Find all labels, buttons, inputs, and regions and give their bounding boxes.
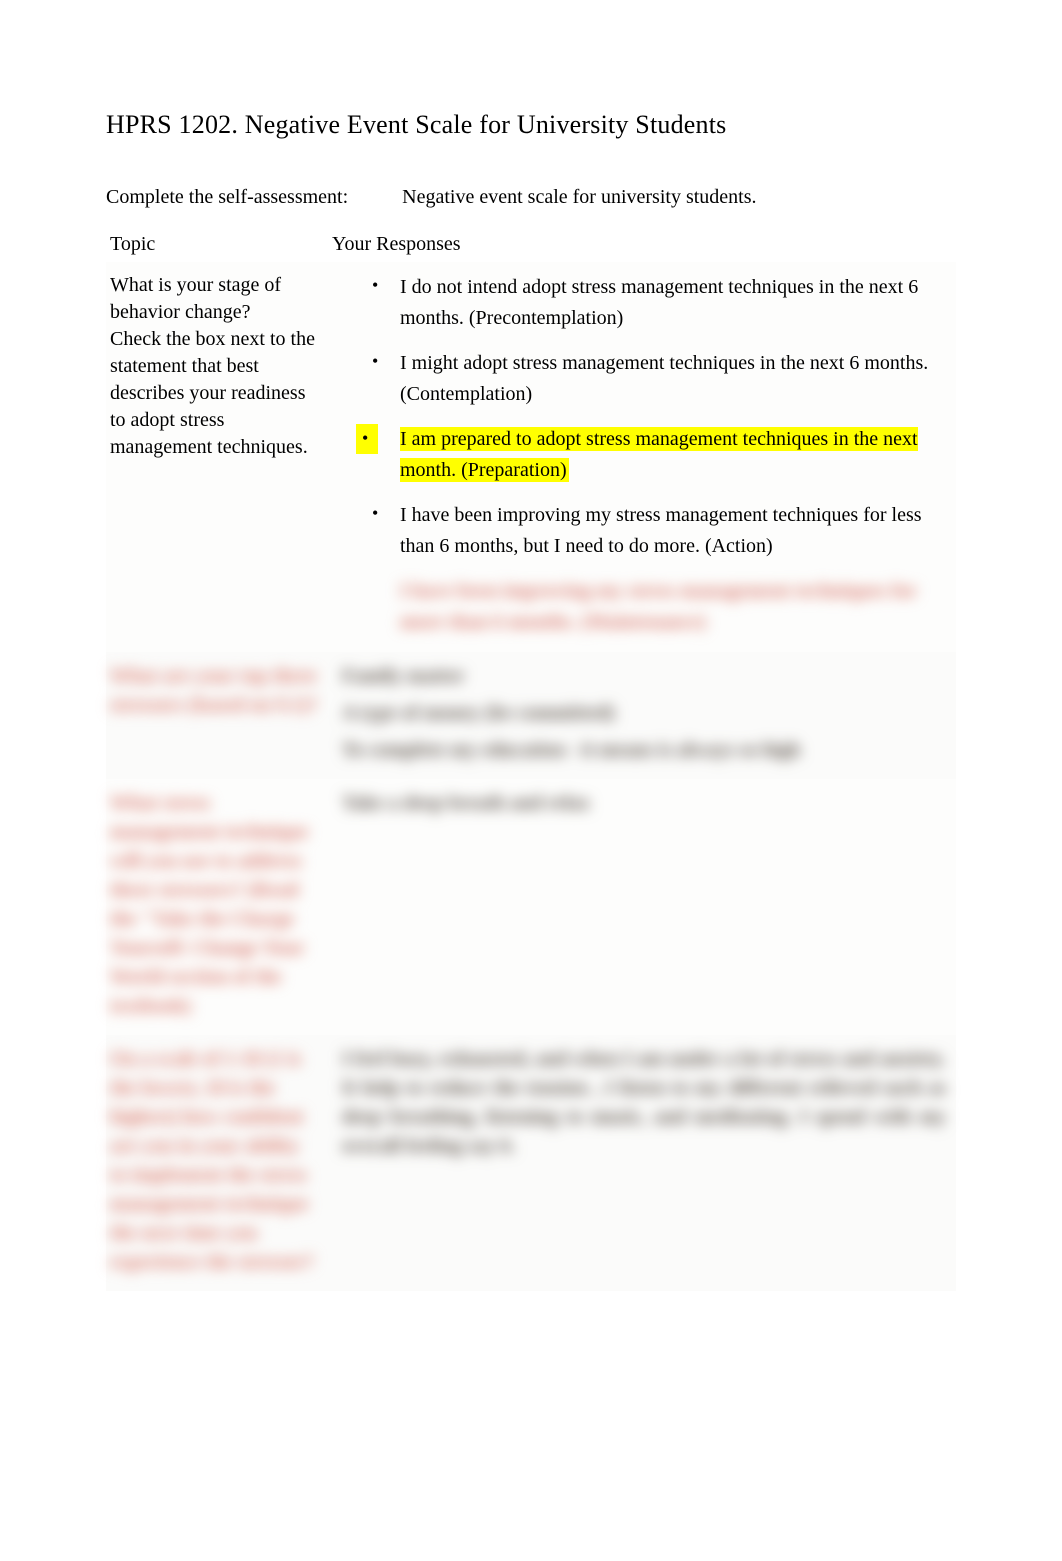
bullet-icon: • [372, 272, 378, 300]
option-item[interactable]: I have been improving my stress manageme… [372, 576, 946, 638]
column-header-responses: Your Responses [328, 227, 956, 262]
option-text-blurred: I have been improving my stress manageme… [400, 580, 917, 633]
options-list: • I do not intend adopt stress managemen… [342, 272, 946, 638]
option-item[interactable]: • I have been improving my stress manage… [372, 500, 946, 562]
option-text: I might adopt stress management techniqu… [400, 352, 928, 405]
intro-line: Complete the self-assessment: Negative e… [106, 186, 956, 209]
option-item[interactable]: • I do not intend adopt stress managemen… [372, 272, 946, 334]
table-row: On a scale of 1-10 (1 is the lowest, 10 … [106, 1035, 956, 1291]
bullet-icon: • [372, 348, 378, 376]
topic-text-blurred: On a scale of 1-10 (1 is the lowest, 10 … [110, 1045, 320, 1277]
assessment-table: Topic Your Responses What is your stage … [106, 227, 956, 1291]
response-text-blurred: Family matter A type of money (be commit… [342, 662, 946, 765]
response-cell: I feel busy, exhausted, and when I am un… [328, 1035, 956, 1291]
page-title: HPRS 1202. Negative Event Scale for Univ… [106, 110, 956, 140]
response-line: Family matter [342, 662, 946, 691]
topic-cell: What is your stage of behavior change? C… [106, 262, 328, 652]
response-cell: Take a deep breath and relax [328, 779, 956, 1035]
bullet-icon: • [356, 424, 378, 454]
response-cell: • I do not intend adopt stress managemen… [328, 262, 956, 652]
column-header-topic: Topic [106, 227, 328, 262]
intro-value: Negative event scale for university stud… [402, 186, 756, 208]
response-text-blurred: I feel busy, exhausted, and when I am un… [342, 1045, 946, 1161]
topic-cell: What are your top three stressors (based… [106, 652, 328, 779]
topic-text-blurred: What are your top three stressors (based… [110, 662, 320, 720]
response-line: To complete my education - it means is a… [342, 736, 946, 765]
table-row: What is your stage of behavior change? C… [106, 262, 956, 652]
topic-text-a: What is your stage of behavior change? [110, 274, 281, 323]
topic-text-b: Check the box next to the statement that… [110, 328, 315, 458]
topic-cell: On a scale of 1-10 (1 is the lowest, 10 … [106, 1035, 328, 1291]
option-text: I have been improving my stress manageme… [400, 504, 922, 557]
option-text: I do not intend adopt stress management … [400, 276, 918, 329]
intro-label: Complete the self-assessment: [106, 186, 348, 208]
table-row: What are your top three stressors (based… [106, 652, 956, 779]
response-line: A type of money (be committed) [342, 699, 946, 728]
option-text-highlighted: I am prepared to adopt stress management… [400, 427, 918, 482]
response-cell: Family matter A type of money (be commit… [328, 652, 956, 779]
bullet-icon: • [372, 500, 378, 528]
bullet-icon [372, 576, 377, 604]
table-row: What stress management technique will yo… [106, 779, 956, 1035]
response-text-blurred: Take a deep breath and relax [342, 789, 946, 818]
table-header-row: Topic Your Responses [106, 227, 956, 262]
option-item[interactable]: • I might adopt stress management techni… [372, 348, 946, 410]
option-item-selected[interactable]: • I am prepared to adopt stress manageme… [372, 424, 946, 486]
topic-text-blurred: What stress management technique will yo… [110, 789, 320, 1021]
topic-cell: What stress management technique will yo… [106, 779, 328, 1035]
